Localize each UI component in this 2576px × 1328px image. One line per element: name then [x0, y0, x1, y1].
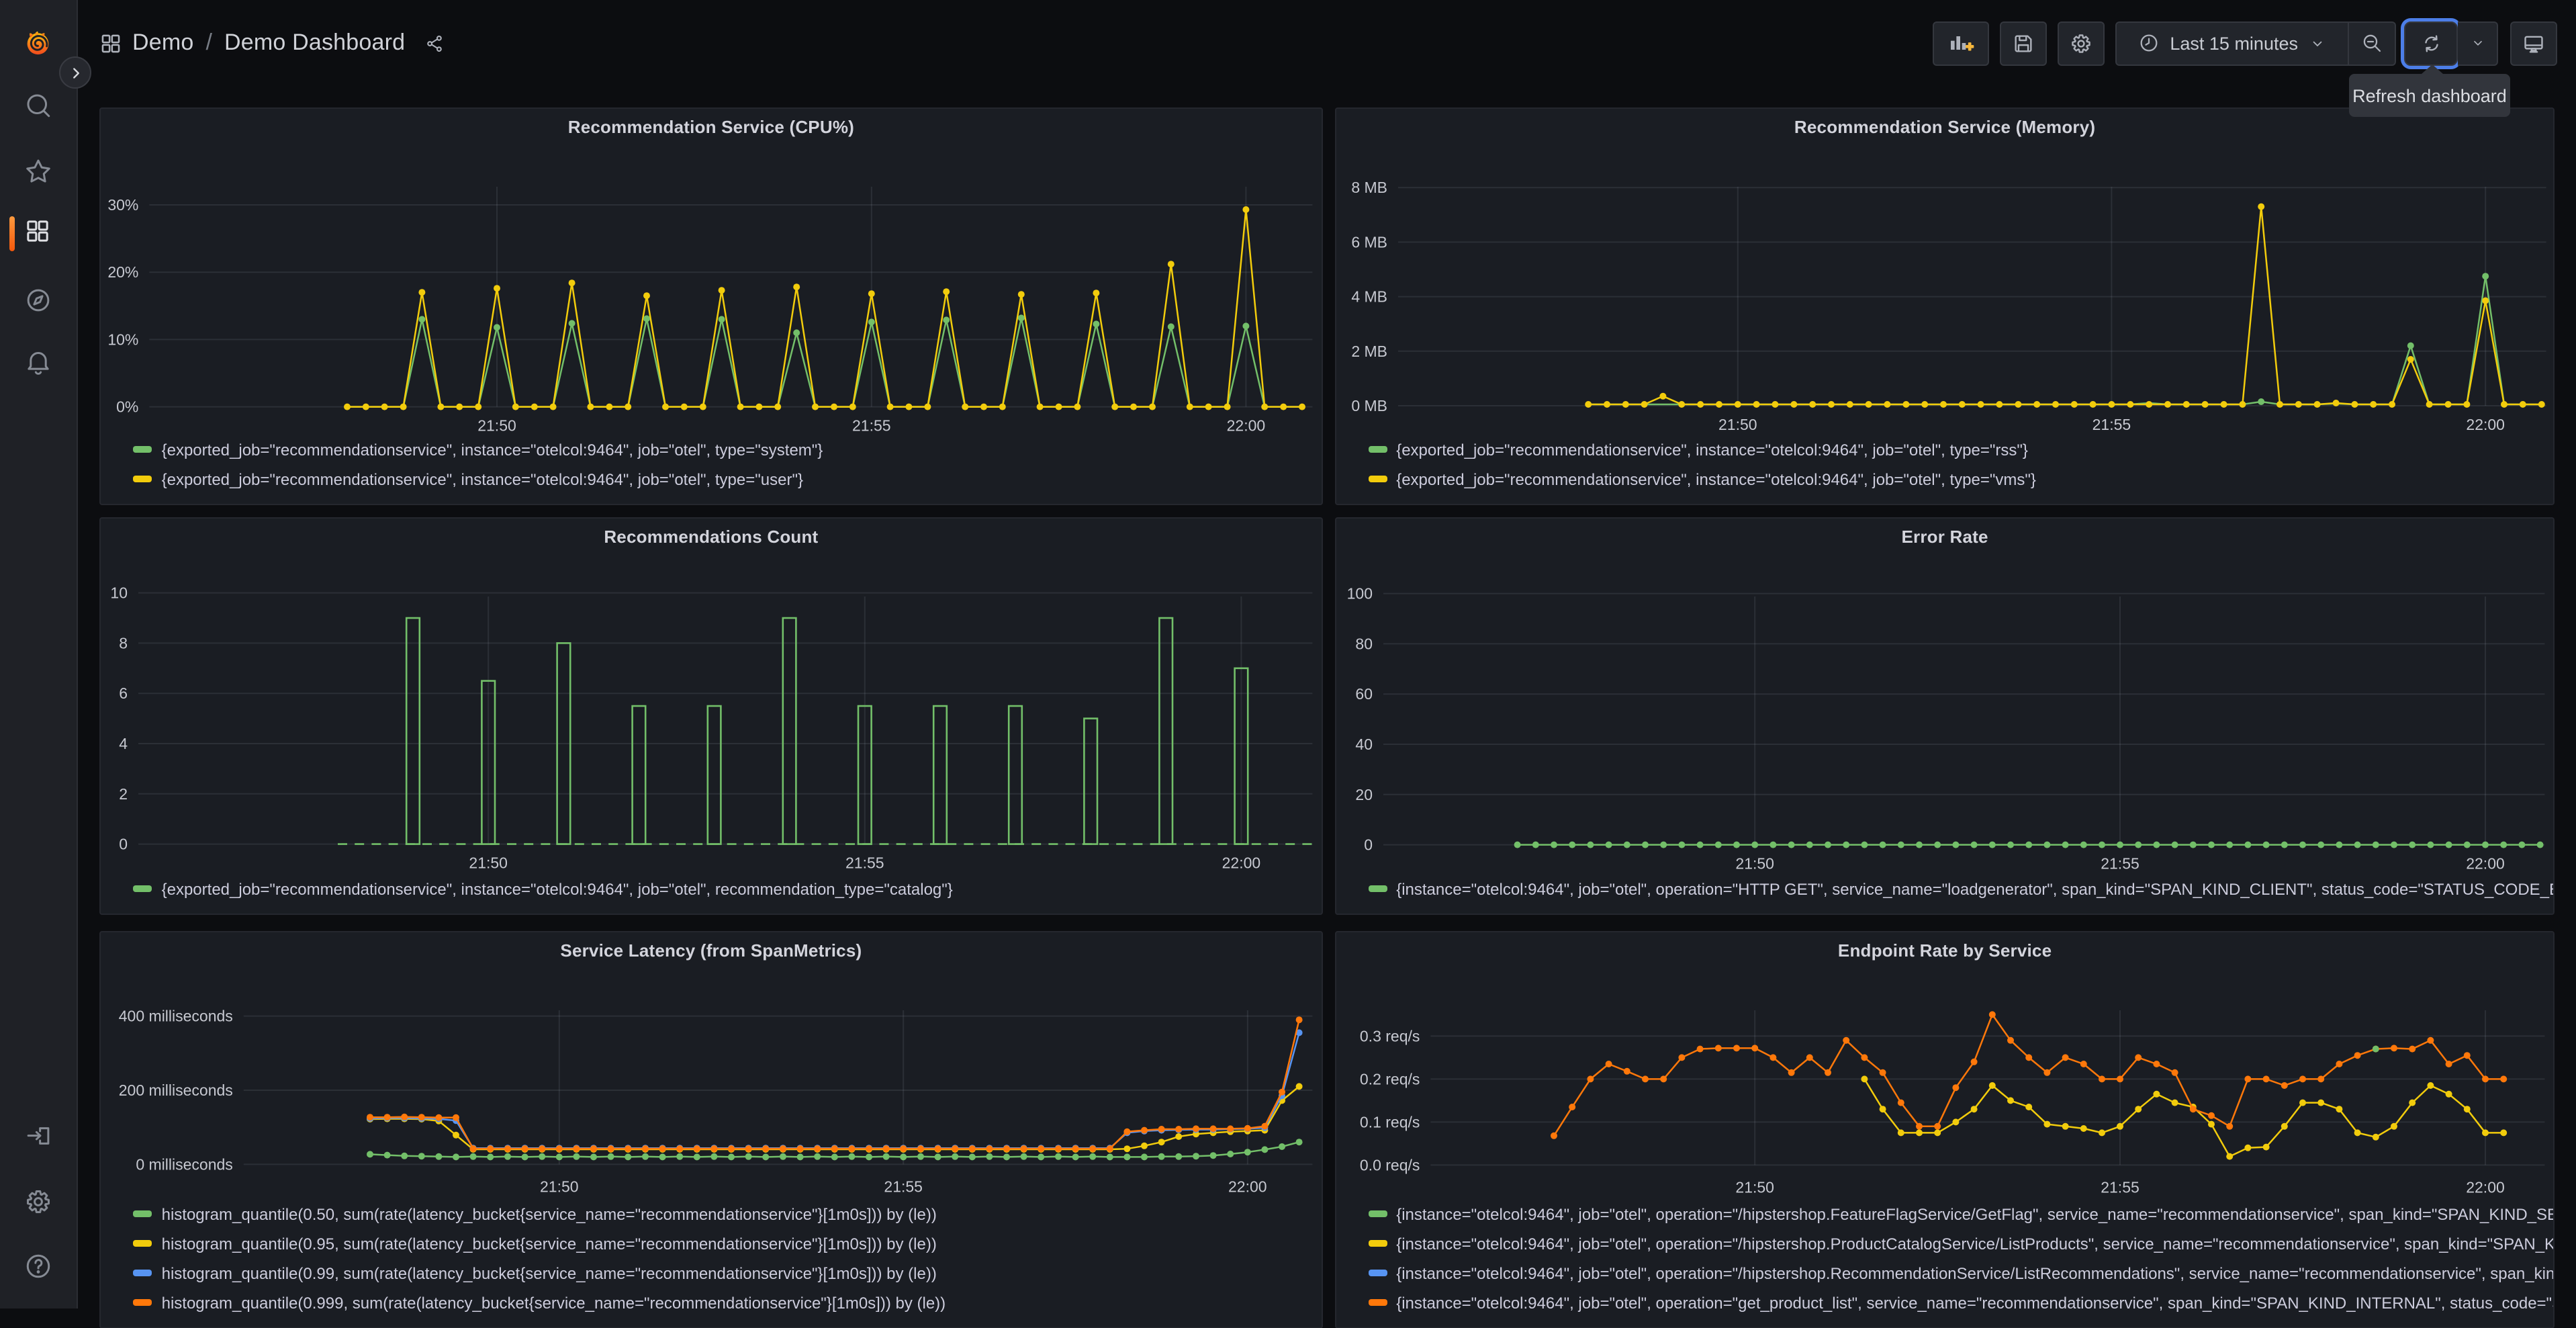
svg-text:80: 80 — [1355, 635, 1373, 653]
svg-text:6: 6 — [120, 685, 128, 703]
svg-text:22:00: 22:00 — [2465, 855, 2504, 873]
svg-text:0: 0 — [1363, 836, 1372, 854]
svg-text:21:50: 21:50 — [478, 417, 517, 435]
svg-text:2 MB: 2 MB — [1351, 343, 1387, 360]
svg-text:4 MB: 4 MB — [1351, 288, 1387, 306]
svg-text:0.3 req/s: 0.3 req/s — [1359, 1028, 1419, 1045]
svg-text:22:00: 22:00 — [2466, 416, 2505, 433]
svg-text:0.2 req/s: 0.2 req/s — [1359, 1071, 1419, 1088]
svg-text:30%: 30% — [108, 196, 139, 214]
svg-text:20: 20 — [1355, 786, 1373, 803]
svg-text:22:00: 22:00 — [1227, 417, 1266, 435]
svg-text:0%: 0% — [117, 398, 139, 416]
svg-text:40: 40 — [1355, 736, 1373, 753]
svg-text:400 milliseconds: 400 milliseconds — [119, 1008, 233, 1025]
svg-text:4: 4 — [120, 735, 128, 752]
svg-text:21:55: 21:55 — [2092, 416, 2131, 433]
svg-text:10%: 10% — [108, 331, 139, 349]
svg-text:8 MB: 8 MB — [1351, 179, 1387, 197]
svg-text:21:50: 21:50 — [541, 1178, 580, 1196]
svg-text:21:50: 21:50 — [469, 854, 508, 872]
svg-text:0.1 req/s: 0.1 req/s — [1359, 1114, 1419, 1131]
svg-text:200 milliseconds: 200 milliseconds — [119, 1082, 233, 1100]
svg-text:2: 2 — [120, 785, 128, 803]
svg-text:0.0 req/s: 0.0 req/s — [1359, 1157, 1419, 1174]
svg-text:22:00: 22:00 — [1222, 854, 1261, 872]
svg-text:100: 100 — [1346, 585, 1372, 603]
svg-text:21:55: 21:55 — [846, 854, 885, 872]
svg-text:21:50: 21:50 — [1718, 416, 1757, 433]
svg-text:0 MB: 0 MB — [1351, 397, 1387, 414]
svg-text:22:00: 22:00 — [2465, 1179, 2504, 1196]
svg-text:60: 60 — [1355, 686, 1373, 703]
svg-text:0 milliseconds: 0 milliseconds — [136, 1156, 233, 1174]
svg-text:22:00: 22:00 — [1229, 1178, 1268, 1196]
svg-text:20%: 20% — [108, 264, 139, 281]
svg-text:21:50: 21:50 — [1735, 855, 1774, 873]
svg-text:6 MB: 6 MB — [1351, 234, 1387, 251]
svg-text:21:55: 21:55 — [853, 417, 892, 435]
svg-text:21:50: 21:50 — [1735, 1179, 1774, 1196]
svg-text:21:55: 21:55 — [2100, 1179, 2139, 1196]
svg-text:21:55: 21:55 — [884, 1178, 923, 1196]
svg-text:10: 10 — [111, 584, 128, 602]
svg-text:8: 8 — [120, 635, 128, 652]
svg-text:0: 0 — [120, 836, 128, 853]
svg-text:21:55: 21:55 — [2100, 855, 2139, 873]
